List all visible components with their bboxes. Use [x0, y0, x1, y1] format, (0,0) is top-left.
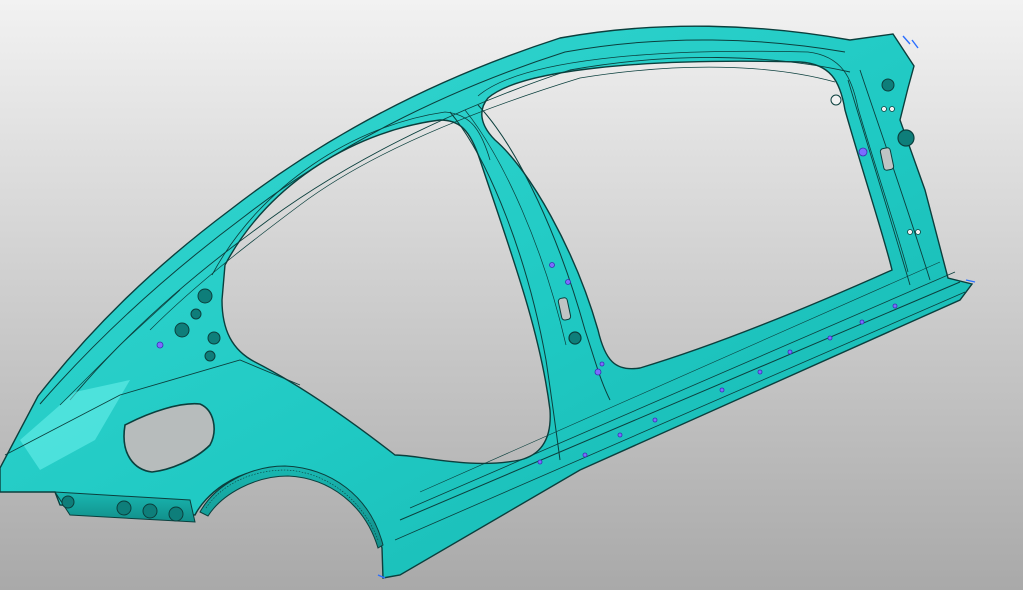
- hinge-hole-1: [830, 94, 842, 106]
- hinge-hole-2: [897, 129, 915, 147]
- body-side-panel-model[interactable]: [0, 0, 1023, 590]
- rocker-line-2: [409, 271, 956, 509]
- b-pillar-hole: [568, 331, 582, 345]
- a-pillar-boss: [881, 78, 895, 92]
- outer-panel-surface: [0, 25, 974, 579]
- rocker-line-1: [399, 281, 961, 521]
- rocker-line-3: [394, 291, 966, 541]
- cad-viewport[interactable]: [0, 0, 1023, 590]
- rocker-line-4: [419, 261, 941, 493]
